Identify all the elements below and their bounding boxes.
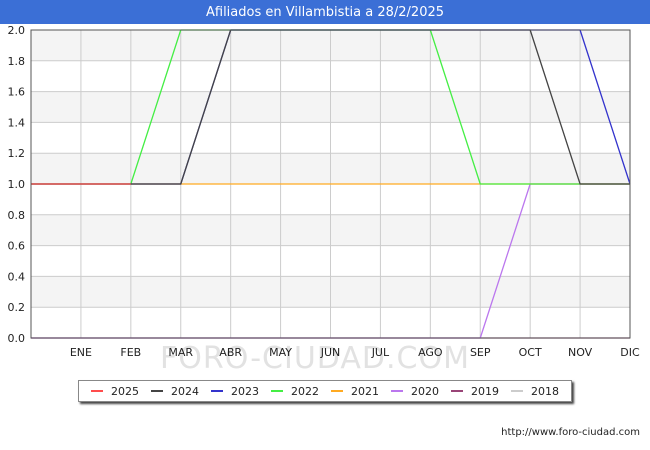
x-tick-label: ABR [219, 346, 242, 359]
legend-label: 2024 [171, 384, 199, 398]
y-tick-labels: 0.0 0.2 0.4 0.6 0.8 1.0 1.2 1.4 1.6 1.8 2.0 [8, 24, 26, 345]
y-tick-label: 0.4 [8, 270, 26, 283]
legend-item-2022: 2022 [271, 385, 319, 398]
x-tick-label: JUN [320, 346, 341, 359]
y-tick-label: 0.6 [8, 240, 26, 253]
x-tick-label: SEP [470, 346, 491, 359]
legend-item-2019: 2019 [451, 385, 499, 398]
x-tick-label: MAR [168, 346, 193, 359]
legend-swatch [451, 390, 463, 392]
x-tick-label: ENE [70, 346, 92, 359]
legend-swatch [271, 390, 283, 392]
y-tick-label: 1.4 [8, 116, 26, 129]
y-tick-label: 0.0 [8, 332, 26, 345]
x-tick-label: FEB [120, 346, 141, 359]
legend-item-2020: 2020 [391, 385, 439, 398]
source-url: http://www.foro-ciudad.com [501, 427, 640, 438]
y-tick-label: 1.6 [8, 86, 26, 99]
x-tick-label: JUL [371, 346, 390, 359]
legend-label: 2018 [531, 384, 559, 398]
legend-swatch [211, 390, 223, 392]
legend-item-2021: 2021 [331, 385, 379, 398]
legend-item-2018: 2018 [511, 385, 559, 398]
legend-label: 2019 [471, 384, 499, 398]
legend-swatch [91, 390, 103, 392]
legend-label: 2021 [351, 384, 379, 398]
y-tick-label: 0.8 [8, 209, 26, 222]
legend-swatch [331, 390, 343, 392]
legend-swatch [391, 390, 403, 392]
legend-swatch [151, 390, 163, 392]
y-tick-label: 1.0 [8, 178, 26, 191]
legend-label: 2023 [231, 384, 259, 398]
legend-item-2024: 2024 [151, 385, 199, 398]
legend-label: 2022 [291, 384, 319, 398]
x-tick-label: MAY [269, 346, 292, 359]
x-tick-label: OCT [519, 346, 542, 359]
x-tick-label: DIC [620, 346, 640, 359]
y-tick-label: 1.8 [8, 55, 26, 68]
legend-label: 2020 [411, 384, 439, 398]
legend-label: 2025 [111, 384, 139, 398]
y-tick-label: 0.2 [8, 301, 26, 314]
y-tick-label: 1.2 [8, 147, 26, 160]
legend-item-2023: 2023 [211, 385, 259, 398]
legend: 2025 2024 2023 2022 2021 2020 2019 2018 [78, 380, 572, 402]
legend-swatch [511, 390, 523, 392]
y-tick-label: 2.0 [8, 24, 26, 37]
legend-item-2025: 2025 [91, 385, 139, 398]
x-tick-label: AGO [418, 346, 443, 359]
x-tick-label: NOV [568, 346, 593, 359]
